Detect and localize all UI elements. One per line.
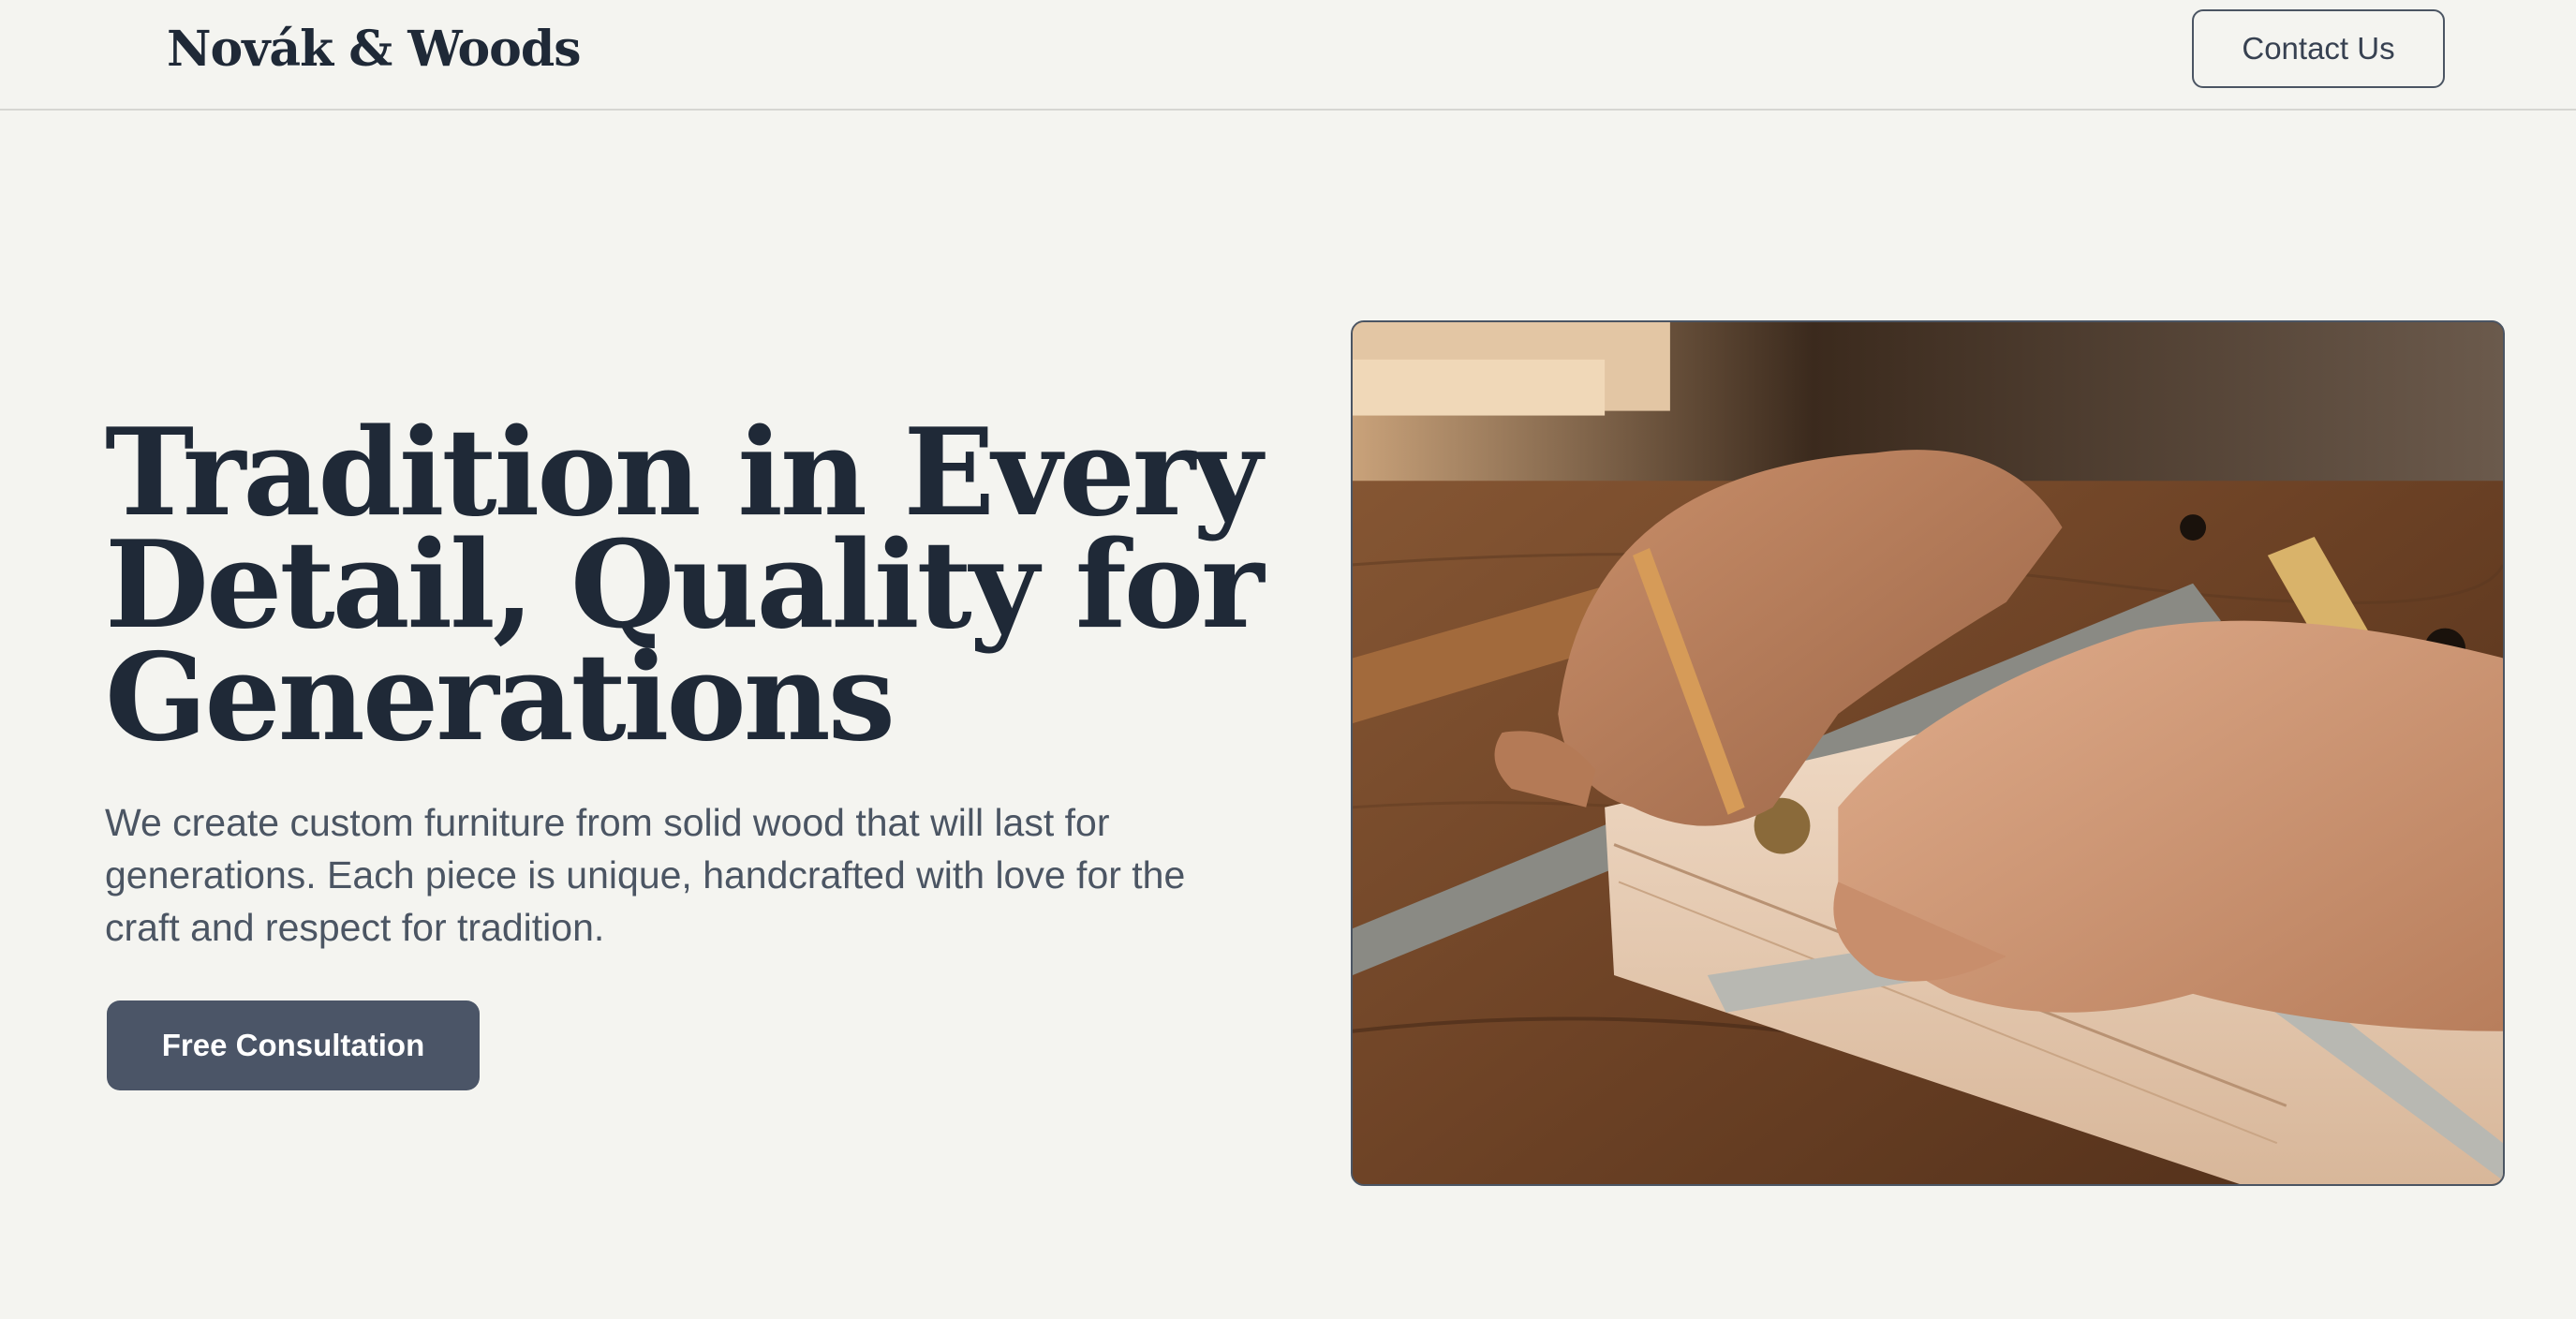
woodworking-photo-illustration <box>1353 322 2503 1184</box>
brand-logo[interactable]: Novák & Woods <box>167 17 581 82</box>
contact-us-button[interactable]: Contact Us <box>2192 9 2445 88</box>
free-consultation-button[interactable]: Free Consultation <box>107 1000 480 1090</box>
site-header: Novák & Woods Contact Us <box>0 0 2576 111</box>
hero-title: Tradition in Every Detail, Quality for G… <box>105 403 1265 768</box>
hero-description: We create custom furniture from solid wo… <box>105 801 1186 949</box>
hero-image-woodworking <box>1351 320 2505 1186</box>
